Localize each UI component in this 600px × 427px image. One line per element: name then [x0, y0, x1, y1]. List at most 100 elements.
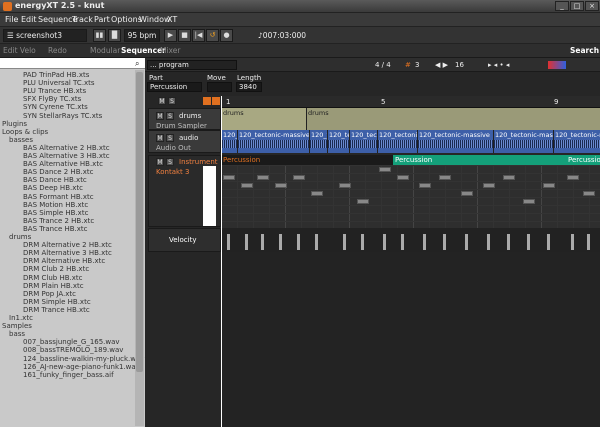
- velocity-bar[interactable]: [343, 234, 346, 250]
- search-icon[interactable]: ⌕: [135, 59, 139, 69]
- instrument-mute[interactable]: M: [156, 158, 164, 166]
- midi-note[interactable]: [311, 191, 323, 196]
- grid-select[interactable]: 16: [455, 61, 464, 69]
- midi-note[interactable]: [439, 175, 451, 180]
- audio-clip[interactable]: 120_tec: [309, 130, 327, 153]
- audio-clip[interactable]: 120_tectonic-massive: [417, 130, 493, 153]
- sidebar-scrollbar[interactable]: [135, 70, 144, 426]
- midi-note[interactable]: [257, 175, 269, 180]
- midi-note[interactable]: [397, 175, 409, 180]
- program-select[interactable]: ... program: [147, 60, 237, 70]
- percussion-clip-2[interactable]: Percussion: [393, 155, 566, 165]
- menu-edit[interactable]: Edit: [21, 15, 37, 24]
- drums-clip-2[interactable]: drums: [306, 108, 600, 130]
- redo-button[interactable]: Redo: [48, 46, 67, 55]
- track-header-audio[interactable]: M S audio Audio Out: [148, 130, 221, 153]
- note-grid[interactable]: [221, 165, 600, 228]
- drums-mute[interactable]: M: [156, 112, 164, 120]
- part-name-field[interactable]: Percussion: [147, 82, 202, 92]
- tree-item[interactable]: SYN StellarRays TC.xts: [23, 112, 102, 122]
- velocity-bar[interactable]: [383, 234, 386, 250]
- timeline-ruler[interactable]: 1 5 9: [221, 96, 600, 108]
- drums-solo[interactable]: S: [166, 112, 174, 120]
- velocity-bar[interactable]: [571, 234, 574, 250]
- loop-icon[interactable]: ↺: [206, 29, 219, 42]
- menu-track[interactable]: Track: [72, 15, 93, 24]
- empty-track-area[interactable]: [221, 252, 600, 427]
- solo-button[interactable]: S: [168, 97, 176, 105]
- midi-note[interactable]: [483, 183, 495, 188]
- move-field[interactable]: [207, 82, 232, 92]
- maximize-button[interactable]: □: [570, 1, 584, 11]
- velocity-bar[interactable]: [507, 234, 510, 250]
- menu-part[interactable]: Part: [94, 15, 110, 24]
- midi-note[interactable]: [241, 183, 253, 188]
- tree-item[interactable]: DRM Trance HB.xtc: [23, 306, 90, 316]
- menu-options[interactable]: Options: [111, 15, 142, 24]
- track-header-drums[interactable]: M S drums Drum Sampler: [148, 108, 221, 130]
- midi-note[interactable]: [419, 183, 431, 188]
- piano-keys[interactable]: [203, 166, 216, 226]
- play-icon[interactable]: ▶: [164, 29, 177, 42]
- tool-icons[interactable]: ▸ ◂ • ◂: [488, 61, 509, 69]
- midi-note[interactable]: [543, 183, 555, 188]
- midi-note[interactable]: [379, 167, 391, 172]
- midi-note[interactable]: [567, 175, 579, 180]
- tab-mixer[interactable]: Mixer: [160, 46, 180, 55]
- audio-clip[interactable]: 120_tec: [327, 130, 349, 153]
- close-button[interactable]: ×: [585, 1, 599, 11]
- instrument-solo[interactable]: S: [166, 158, 174, 166]
- snap-icon[interactable]: #: [405, 61, 411, 69]
- velocity-bar[interactable]: [297, 234, 300, 250]
- menu-file[interactable]: File: [5, 15, 18, 24]
- percussion-clip-3[interactable]: Percussion: [566, 155, 600, 165]
- velocity-bar[interactable]: [527, 234, 530, 250]
- playhead[interactable]: [221, 96, 222, 427]
- mute-button[interactable]: M: [158, 97, 166, 105]
- audio-clip[interactable]: 120_tecto: [349, 130, 377, 153]
- nav-icon[interactable]: ◀ ▶: [435, 61, 448, 69]
- add-track-icon[interactable]: [203, 97, 211, 105]
- percussion-clip-active[interactable]: Percussion: [221, 155, 393, 165]
- velocity-bar[interactable]: [261, 234, 264, 250]
- minimize-button[interactable]: _: [555, 1, 569, 11]
- edit-velo-button[interactable]: Edit Velo: [3, 46, 36, 55]
- bpm-field[interactable]: 95 bpm: [124, 29, 160, 42]
- velocity-bar[interactable]: [227, 234, 230, 250]
- browser-search-input[interactable]: [0, 58, 145, 69]
- midi-note[interactable]: [293, 175, 305, 180]
- tree-item[interactable]: BAS Trance HB.xtc: [23, 225, 88, 235]
- velocity-bar[interactable]: [245, 234, 248, 250]
- midi-note[interactable]: [523, 199, 535, 204]
- menu-xt[interactable]: XT: [167, 15, 177, 24]
- velocity-lane[interactable]: [221, 228, 600, 252]
- midi-note[interactable]: [461, 191, 473, 196]
- drums-clip-1[interactable]: drums: [221, 108, 306, 130]
- metronome-icon[interactable]: ▐▌: [108, 29, 121, 42]
- midi-note[interactable]: [503, 175, 515, 180]
- audio-clip[interactable]: 120_tectonic-massive: [237, 130, 309, 153]
- midi-note[interactable]: [339, 183, 351, 188]
- audio-clip[interactable]: 120_tectonic: [377, 130, 417, 153]
- track-menu-icon[interactable]: [212, 97, 220, 105]
- velocity-bar[interactable]: [315, 234, 318, 250]
- velocity-bar[interactable]: [443, 234, 446, 250]
- audio-clip[interactable]: 120_t: [221, 130, 237, 153]
- velocity-bar[interactable]: [487, 234, 490, 250]
- velocity-bar[interactable]: [279, 234, 282, 250]
- audio-clip[interactable]: 120_tectonic-massive: [553, 130, 600, 153]
- rewind-icon[interactable]: |◀: [192, 29, 205, 42]
- tree-item[interactable]: 161_funky_finger_bass.aif: [23, 371, 114, 381]
- midi-note[interactable]: [275, 183, 287, 188]
- velocity-bar[interactable]: [401, 234, 404, 250]
- velocity-bar[interactable]: [547, 234, 550, 250]
- record-icon[interactable]: ●: [220, 29, 233, 42]
- tab-modular[interactable]: Modular: [90, 46, 120, 55]
- project-select[interactable]: ☰ screenshot3: [3, 29, 87, 42]
- velocity-bar[interactable]: [423, 234, 426, 250]
- midi-note[interactable]: [223, 175, 235, 180]
- velocity-bar[interactable]: [361, 234, 364, 250]
- midi-note[interactable]: [357, 199, 369, 204]
- stop-icon[interactable]: ■: [178, 29, 191, 42]
- velocity-bar[interactable]: [465, 234, 468, 250]
